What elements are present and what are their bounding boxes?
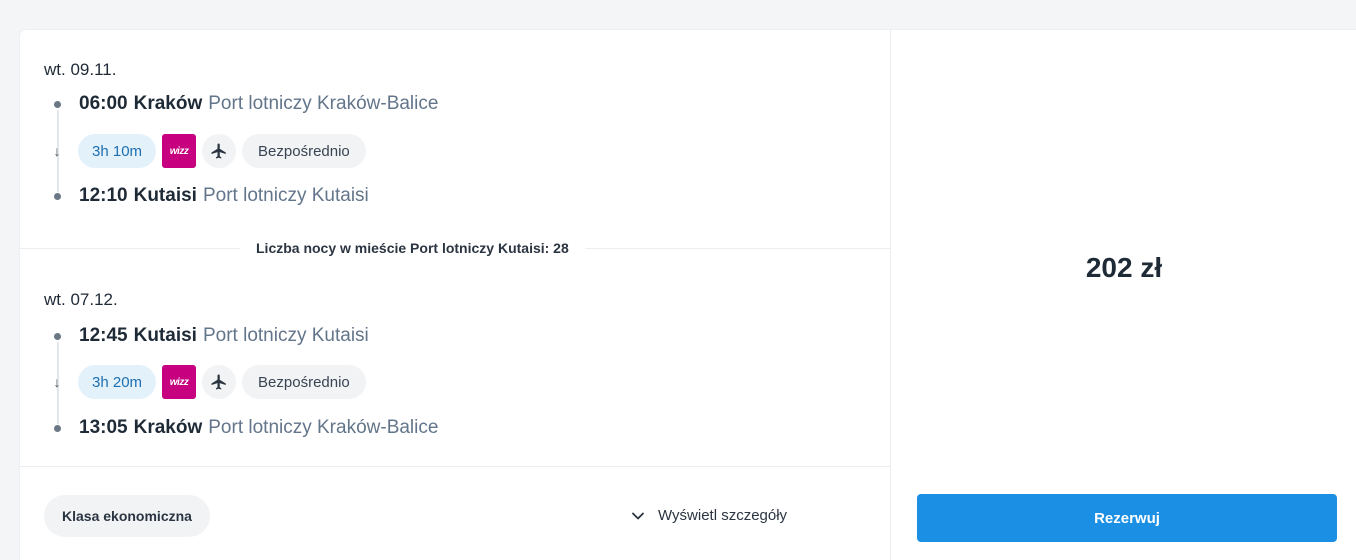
footer-divider (20, 466, 890, 467)
chevron-down-icon (632, 512, 644, 520)
book-button[interactable]: Rezerwuj (917, 494, 1337, 542)
plane-icon (202, 134, 237, 168)
outbound-arrival: 12:10 Kutaisi Port lotniczy Kutaisi (52, 184, 369, 208)
departure-time: 06:00 (79, 93, 128, 114)
departure-time: 12:45 (79, 325, 128, 346)
outbound-segment: ↓ 3h 10m wizz Bezpośrednio (52, 133, 366, 169)
show-details-label: Wyświetl szczegóły (658, 507, 788, 524)
nights-count: Liczba nocy w mieście Port lotniczy Kuta… (240, 237, 585, 259)
show-details-button[interactable]: Wyświetl szczegóły (632, 507, 787, 524)
outbound-departure: 06:00 Kraków Port lotniczy Kraków-Balice (52, 92, 438, 116)
outbound-date: wt. 09.11. (44, 60, 117, 79)
wizz-air-logo: wizz (162, 365, 197, 399)
timeline-dot (54, 424, 61, 432)
duration-badge: 3h 10m (78, 134, 157, 168)
departure-city: Kutaisi (133, 325, 197, 346)
departure-city: Kraków (133, 93, 203, 114)
wizz-air-logo: wizz (162, 134, 197, 168)
fare-class-badge: Klasa ekonomiczna (44, 495, 210, 537)
timeline-dot (54, 100, 61, 108)
stops-badge: Bezpośrednio (242, 134, 366, 168)
plane-icon (202, 365, 237, 399)
itinerary-card: wt. 09.11. 06:00 Kraków Port lotniczy Kr… (20, 30, 1356, 560)
arrival-time: 13:05 (79, 417, 128, 438)
return-departure: 12:45 Kutaisi Port lotniczy Kutaisi (52, 324, 369, 348)
arrival-city: Kraków (133, 417, 203, 438)
arrow-down-icon: ↓ (53, 374, 61, 390)
arrival-city: Kutaisi (133, 185, 197, 206)
departure-airport: Port lotniczy Kutaisi (202, 325, 369, 346)
return-arrival: 13:05 Kraków Port lotniczy Kraków-Balice (52, 416, 438, 440)
departure-airport: Port lotniczy Kraków-Balice (208, 93, 439, 114)
stops-badge: Bezpośrednio (242, 365, 366, 399)
arrival-airport: Port lotniczy Kraków-Balice (208, 417, 439, 438)
arrival-time: 12:10 (79, 185, 128, 206)
arrival-airport: Port lotniczy Kutaisi (202, 185, 369, 206)
return-segment: ↓ 3h 20m wizz Bezpośrednio (52, 364, 366, 400)
itinerary-details: wt. 09.11. 06:00 Kraków Port lotniczy Kr… (20, 30, 890, 560)
price: 202 zł (1085, 252, 1163, 283)
timeline-dot (54, 192, 61, 200)
return-date: wt. 07.12. (44, 290, 118, 309)
arrow-down-icon: ↓ (53, 143, 61, 159)
duration-badge: 3h 20m (78, 365, 157, 399)
price-panel: 202 zł Rezerwuj (890, 30, 1356, 560)
timeline-dot (54, 332, 61, 340)
